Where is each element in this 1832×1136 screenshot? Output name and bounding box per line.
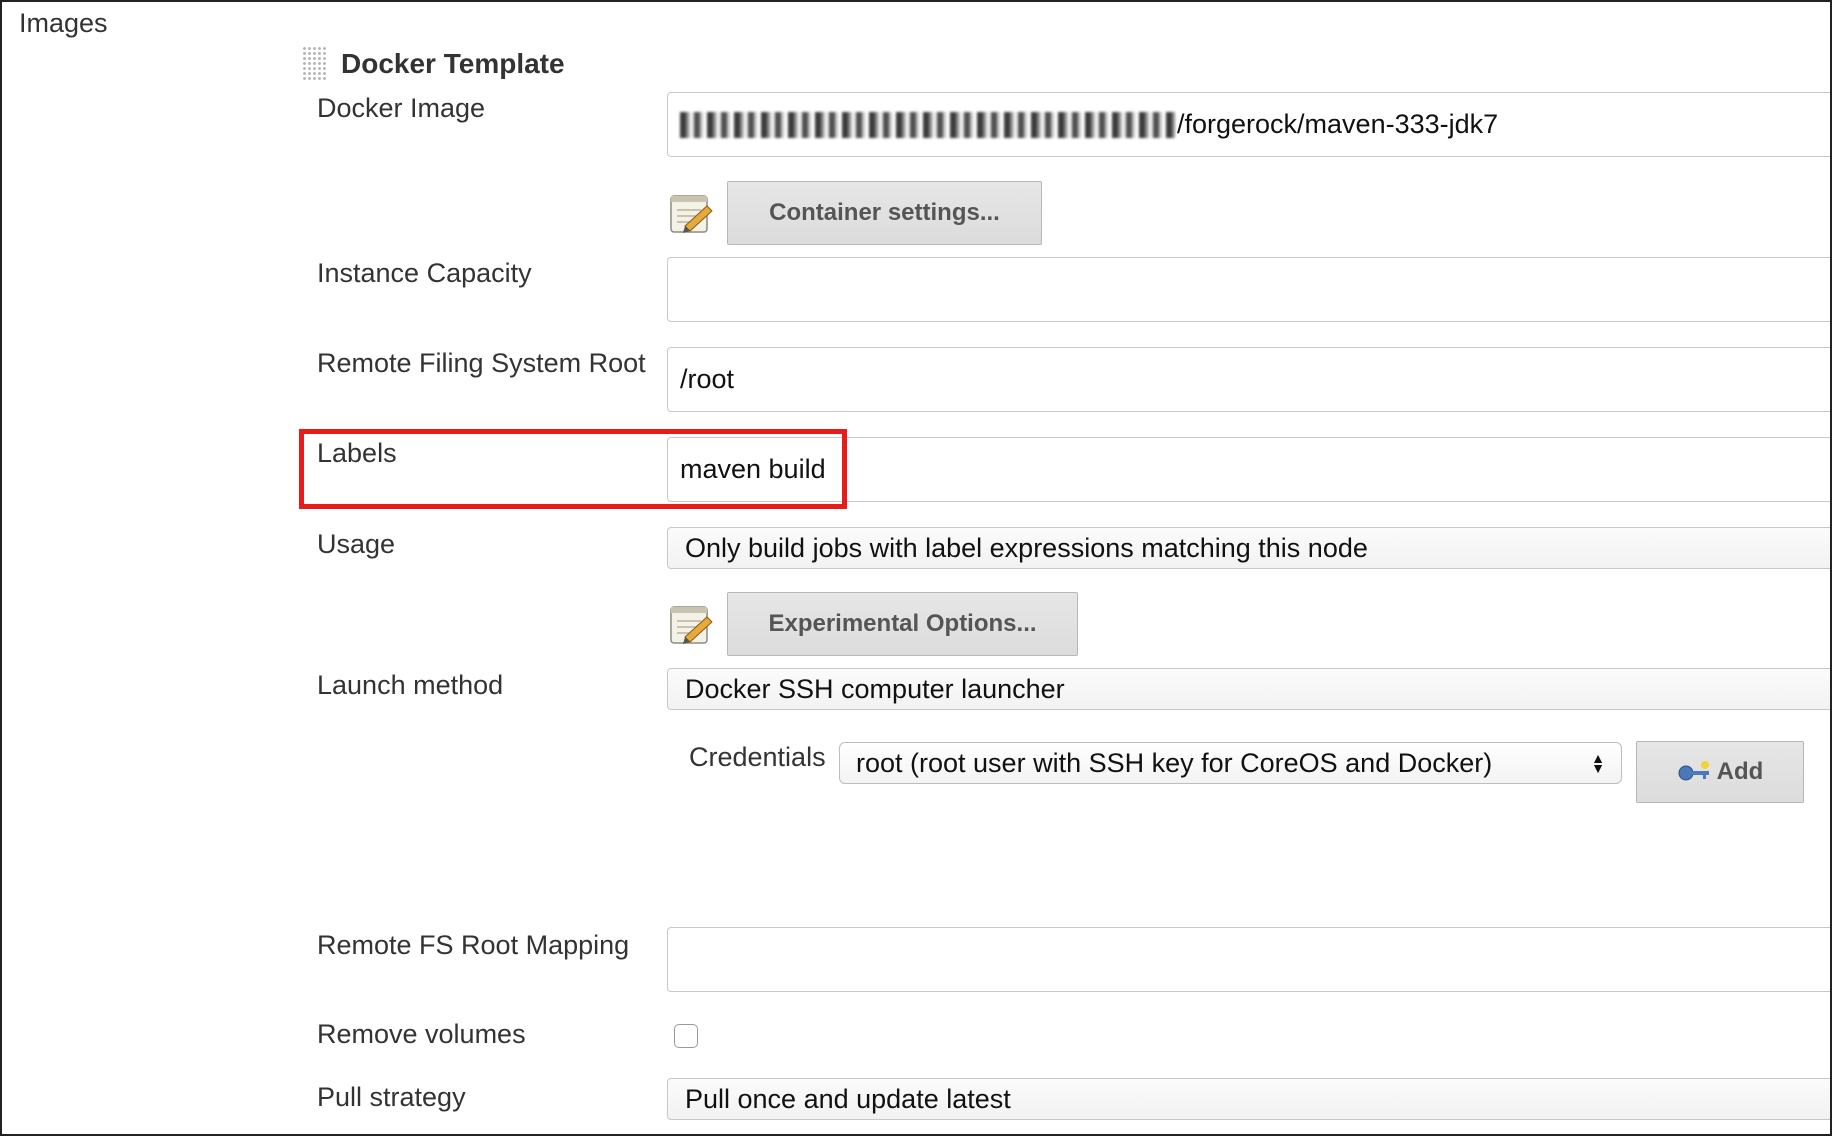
docker-template-header: Docker Template (302, 46, 565, 82)
instance-capacity-input[interactable] (667, 257, 1830, 322)
select-arrows-icon: ▲ ▼ (1591, 750, 1605, 776)
remove-volumes-label: Remove volumes (317, 1019, 526, 1049)
launch-method-select-value: Docker SSH computer launcher (685, 673, 1065, 704)
images-section-label: Images (19, 8, 108, 38)
remote-fs-root-input[interactable] (667, 347, 1830, 412)
launch-method-select[interactable]: Docker SSH computer launcher (667, 668, 1830, 710)
add-credentials-button[interactable]: Add (1636, 741, 1804, 803)
labels-input[interactable] (667, 437, 1830, 502)
labels-label: Labels (317, 438, 397, 468)
usage-select[interactable]: Only build jobs with label expressions m… (667, 527, 1830, 569)
docker-image-value: /forgerock/maven-333-jdk7 (1177, 109, 1499, 139)
jenkins-docker-template-panel: Images Docker Template Docker Image /for… (0, 0, 1832, 1136)
key-icon (1678, 761, 1709, 781)
notepad-pencil-icon[interactable] (667, 599, 715, 647)
experimental-options-button[interactable]: Experimental Options... (727, 592, 1078, 656)
docker-image-input[interactable]: /forgerock/maven-333-jdk7 (667, 92, 1830, 157)
pull-strategy-select[interactable]: Pull once and update latest (667, 1078, 1830, 1120)
remove-volumes-checkbox[interactable] (674, 1024, 698, 1048)
drag-handle-icon[interactable] (302, 46, 326, 82)
usage-label: Usage (317, 529, 396, 559)
redacted-registry-host (680, 111, 1175, 138)
notepad-pencil-icon[interactable] (667, 188, 715, 236)
usage-select-value: Only build jobs with label expressions m… (685, 532, 1368, 563)
docker-image-label: Docker Image (317, 93, 486, 123)
pull-strategy-label: Pull strategy (317, 1082, 466, 1112)
add-credentials-label: Add (1716, 758, 1764, 785)
docker-template-title: Docker Template (341, 48, 565, 79)
remote-fs-root-mapping-input[interactable] (667, 927, 1830, 992)
remote-fs-root-mapping-label: Remote FS Root Mapping (317, 930, 630, 960)
launch-method-label: Launch method (317, 670, 504, 700)
credentials-select[interactable]: root (root user with SSH key for CoreOS … (839, 742, 1622, 784)
credentials-label: Credentials (689, 742, 826, 772)
container-settings-button[interactable]: Container settings... (727, 181, 1042, 245)
instance-capacity-label: Instance Capacity (317, 258, 532, 288)
remote-fs-root-label: Remote Filing System Root (317, 348, 646, 378)
pull-strategy-select-value: Pull once and update latest (685, 1083, 1011, 1114)
credentials-select-value: root (root user with SSH key for CoreOS … (856, 747, 1493, 778)
